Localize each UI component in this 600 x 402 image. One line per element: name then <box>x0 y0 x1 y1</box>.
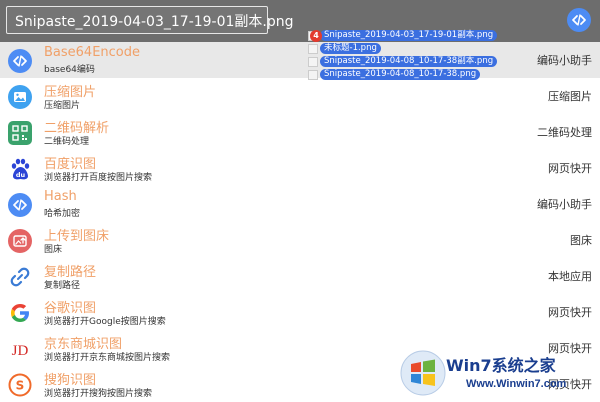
item-category: 编码小助手 <box>537 54 592 67</box>
svg-text:du: du <box>16 171 26 179</box>
list-item[interactable]: du 百度识图 浏览器打开百度按图片搜索 网页快开 <box>0 150 600 186</box>
item-desc: 浏览器打开京东商城按图片搜索 <box>44 353 171 363</box>
item-category: 本地应用 <box>548 270 592 283</box>
top-bar: Snipaste_2019-04-03_17-19-01副本.png <box>0 0 600 42</box>
drag-file-list: Snipaste_2019-04-03_17-19-01副本.png 未标题-1… <box>306 30 506 82</box>
upload-image-icon <box>8 229 32 253</box>
list-item[interactable]: Hash 哈希加密 编码小助手 <box>0 186 600 222</box>
file-icon <box>308 44 318 54</box>
image-icon <box>8 85 32 109</box>
drag-file-name: Snipaste_2019-04-03_17-19-01副本.png <box>320 30 498 41</box>
svg-text:S: S <box>16 379 25 393</box>
list-item[interactable]: 压缩图片 压缩图片 压缩图片 <box>0 78 600 114</box>
code-icon <box>8 49 32 73</box>
google-icon <box>8 301 32 325</box>
item-category: 网页快开 <box>548 162 592 175</box>
list-item[interactable]: 上传到图床 图床 图床 <box>0 222 600 258</box>
item-desc: 图床 <box>44 245 63 255</box>
item-title: Base64Encode <box>44 45 141 60</box>
item-desc: 复制路径 <box>44 281 81 291</box>
watermark: Win7系统之家 Www.Winwin7.com <box>398 348 600 401</box>
item-desc: 压缩图片 <box>44 101 81 111</box>
item-desc: 浏览器打开Google按图片搜索 <box>44 317 166 327</box>
svg-text:JD: JD <box>12 343 29 359</box>
sogou-icon: S <box>8 373 32 397</box>
drag-file-name: Snipaste_2019-04-08_10-17-38.png <box>320 69 481 80</box>
item-title: Hash <box>44 189 77 204</box>
item-category: 网页快开 <box>548 306 592 319</box>
plugin-button[interactable] <box>567 8 591 32</box>
item-desc: 哈希加密 <box>44 209 81 219</box>
file-icon <box>308 57 318 67</box>
item-category: 图床 <box>570 234 592 247</box>
drag-file-name: Snipaste_2019-04-08_10-17-38副本.png <box>320 56 498 67</box>
windows-logo-icon <box>400 350 446 396</box>
item-category: 二维码处理 <box>537 126 592 139</box>
code-icon <box>8 193 32 217</box>
item-desc: 浏览器打开搜狗按图片搜索 <box>44 389 153 399</box>
jd-icon: JD <box>8 337 32 361</box>
drag-count-badge: 4 <box>310 30 322 42</box>
list-item[interactable]: 复制路径 复制路径 本地应用 <box>0 258 600 294</box>
list-item[interactable]: 二维码解析 二维码处理 二维码处理 <box>0 114 600 150</box>
file-icon <box>308 70 318 80</box>
watermark-brand: Win7系统之家 <box>446 356 556 375</box>
baidu-icon: du <box>8 157 32 181</box>
search-input-value: Snipaste_2019-04-03_17-19-01副本.png <box>15 14 294 30</box>
item-desc: 二维码处理 <box>44 137 90 147</box>
list-item[interactable]: 谷歌识图 浏览器打开Google按图片搜索 网页快开 <box>0 294 600 330</box>
qrcode-icon <box>8 121 32 145</box>
code-icon <box>572 14 586 26</box>
search-input[interactable]: Snipaste_2019-04-03_17-19-01副本.png <box>6 6 294 34</box>
list-item[interactable]: Base64Encode base64编码 编码小助手 <box>0 42 600 78</box>
item-category: 压缩图片 <box>548 90 592 103</box>
item-desc: 浏览器打开百度按图片搜索 <box>44 173 153 183</box>
item-desc: base64编码 <box>44 65 95 75</box>
watermark-url: Www.Winwin7.com <box>466 378 567 390</box>
link-icon <box>8 265 32 289</box>
drag-file-name: 未标题-1.png <box>320 43 381 54</box>
item-category: 编码小助手 <box>537 198 592 211</box>
